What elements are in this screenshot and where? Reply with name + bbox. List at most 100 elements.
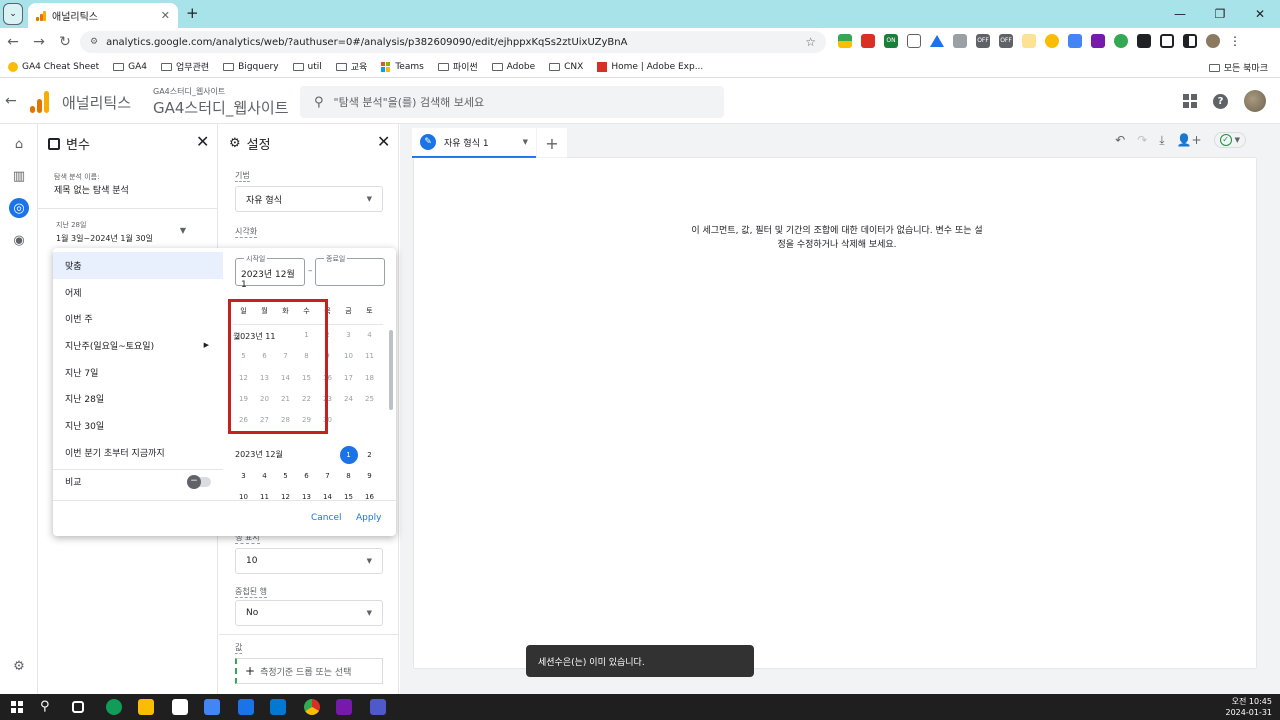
outlook-icon[interactable] [270,699,286,715]
calendar-day[interactable]: 11 [254,493,275,500]
undo-icon[interactable]: ↶ [1115,133,1125,147]
task-view-icon[interactable] [72,701,84,713]
calendar-day[interactable]: 18 [359,374,380,382]
tab-freeform-1[interactable]: ✎ 자유 형식 1 ▼ [412,128,536,158]
preset-last-7-days[interactable]: 지난 7일 [53,359,223,386]
tab-search-button[interactable]: ⌄ [3,3,23,25]
home-icon[interactable]: ⌂ [9,134,29,154]
compare-toggle[interactable]: − [187,475,211,489]
preset-last-28-days[interactable]: 지난 28일 [53,385,223,412]
calendar-day[interactable]: 13 [296,493,317,500]
teams-icon[interactable] [370,699,386,715]
extension-icon[interactable] [953,34,967,48]
calendar-day[interactable]: 3 [338,331,359,339]
minimize-icon[interactable]: — [1160,0,1200,28]
bookmark-folder[interactable]: util [292,62,322,72]
add-tab-button[interactable]: + [537,128,567,158]
property-selector[interactable]: GA4스터디_웹사이트 [153,97,289,118]
dropdown-arrow-icon[interactable]: ▼ [523,138,528,146]
preset-last-week[interactable]: 지난주(일요일~토요일) ▶ [53,332,223,359]
store-icon[interactable] [172,699,188,715]
bookmark-star-icon[interactable]: ☆ [805,35,816,49]
calendar-day[interactable]: 4 [359,331,380,339]
calendar-day[interactable]: 1 [339,446,358,464]
extension-icon[interactable] [838,34,852,48]
extension-icon[interactable] [1022,34,1036,48]
close-icon[interactable]: ✕ [377,132,390,151]
nested-rows-select[interactable]: No ▼ [235,600,383,626]
back-arrow-icon[interactable]: ← [5,93,17,109]
explore-icon[interactable]: ◎ [9,198,29,218]
file-explorer-icon[interactable] [138,699,154,715]
reload-icon[interactable]: ↻ [52,34,78,50]
date-range-selector[interactable]: 지난 28일 1월 3일~2024년 1월 30일 ▼ [56,220,186,244]
preset-quarter-to-date[interactable]: 이번 분기 초부터 지금까지 [53,439,223,466]
technique-select[interactable]: 자유 형식 ▼ [235,186,383,212]
profile-avatar[interactable] [1206,34,1220,48]
calendar-day[interactable]: 15 [338,493,359,500]
site-info-icon[interactable]: ⚙ [90,37,98,47]
new-tab-button[interactable]: + [186,4,199,22]
camera-icon[interactable] [907,34,921,48]
address-bar[interactable]: ⚙ analytics.google.com/analytics/web/?au… [80,31,826,53]
ga-search-bar[interactable]: ⚲ "탐색 분석"을(를) 검색해 보세요 [300,86,724,118]
onenote-icon[interactable] [1091,34,1105,48]
calendar-day[interactable]: 6 [296,472,317,480]
data-quality-button[interactable]: ✓ ▼ [1213,132,1246,148]
redo-icon[interactable]: ↷ [1137,133,1147,147]
search-icon[interactable]: ⚲ [40,699,56,715]
bookmark-folder[interactable]: Bigquery [223,62,279,72]
preset-this-week[interactable]: 이번 주 [53,305,223,332]
calendar-scrollbar[interactable] [389,330,393,410]
extension-icon[interactable] [861,34,875,48]
calendar-day[interactable]: 25 [359,395,380,403]
bookmark-folder[interactable]: GA4 [113,62,147,72]
calendar-day[interactable]: 17 [338,374,359,382]
advertising-icon[interactable]: ◉ [9,230,29,250]
calendar-day[interactable]: 12 [275,493,296,500]
back-icon[interactable]: ← [0,34,26,50]
extension-icon[interactable] [1068,34,1082,48]
extension-icon[interactable] [1137,34,1151,48]
browser-menu-icon[interactable]: ⋮ [1229,34,1241,48]
extension-off-icon[interactable]: OFF [976,34,990,48]
browser-tab[interactable]: 애널리틱스 ✕ [28,3,178,28]
calendar-day[interactable]: 24 [338,395,359,403]
exploration-name-input[interactable]: 제목 없는 탐색 분석 [54,183,129,196]
extension-off-icon[interactable]: OFF [999,34,1013,48]
share-icon[interactable]: 👤+ [1177,133,1202,147]
preset-last-30-days[interactable]: 지난 30일 [53,412,223,439]
start-date-input[interactable]: 시작일 2023년 12월 1 [235,254,305,290]
bookmark-folder[interactable]: 교육 [335,60,367,73]
windows-start-icon[interactable] [11,701,23,713]
calendar-day[interactable]: 14 [317,493,338,500]
extension-icon[interactable] [1045,34,1059,48]
all-bookmarks[interactable]: 모든 북마크 [1208,61,1268,74]
end-date-input[interactable]: 종료일 [315,254,385,286]
extension-on-icon[interactable]: ON [884,34,898,48]
calendar-day[interactable]: 3 [233,472,254,480]
calendar-day[interactable]: 5 [275,472,296,480]
download-icon[interactable]: ⤓ [1159,133,1164,148]
calendar-day[interactable]: 11 [359,352,380,360]
rows-show-select[interactable]: 10 ▼ [235,548,383,574]
mail-icon[interactable] [204,699,220,715]
admin-gear-icon[interactable]: ⚙ [9,656,29,676]
extension-icon[interactable] [1114,34,1128,48]
calendar-day[interactable]: 4 [254,472,275,480]
metric-drop-zone[interactable]: + 측정기준 드롭 또는 선택 [235,658,383,684]
close-window-icon[interactable]: ✕ [1240,0,1280,28]
apps-grid-icon[interactable] [1183,94,1197,108]
bookmark-item[interactable]: Home | Adobe Exp... [597,61,703,72]
restore-icon[interactable]: ❐ [1200,0,1240,28]
app-icon[interactable] [238,699,254,715]
bookmark-folder[interactable]: Adobe [491,62,535,72]
preset-yesterday[interactable]: 어제 [53,279,223,306]
bookmark-item[interactable]: GA4 Cheat Sheet [8,61,99,72]
close-tab-icon[interactable]: ✕ [161,9,170,22]
apply-button[interactable]: Apply [356,513,381,523]
reports-icon[interactable]: ▥ [9,166,29,186]
drive-icon[interactable] [930,35,944,47]
preset-custom[interactable]: 맞춤 [53,252,223,279]
chrome-icon[interactable] [304,699,320,715]
